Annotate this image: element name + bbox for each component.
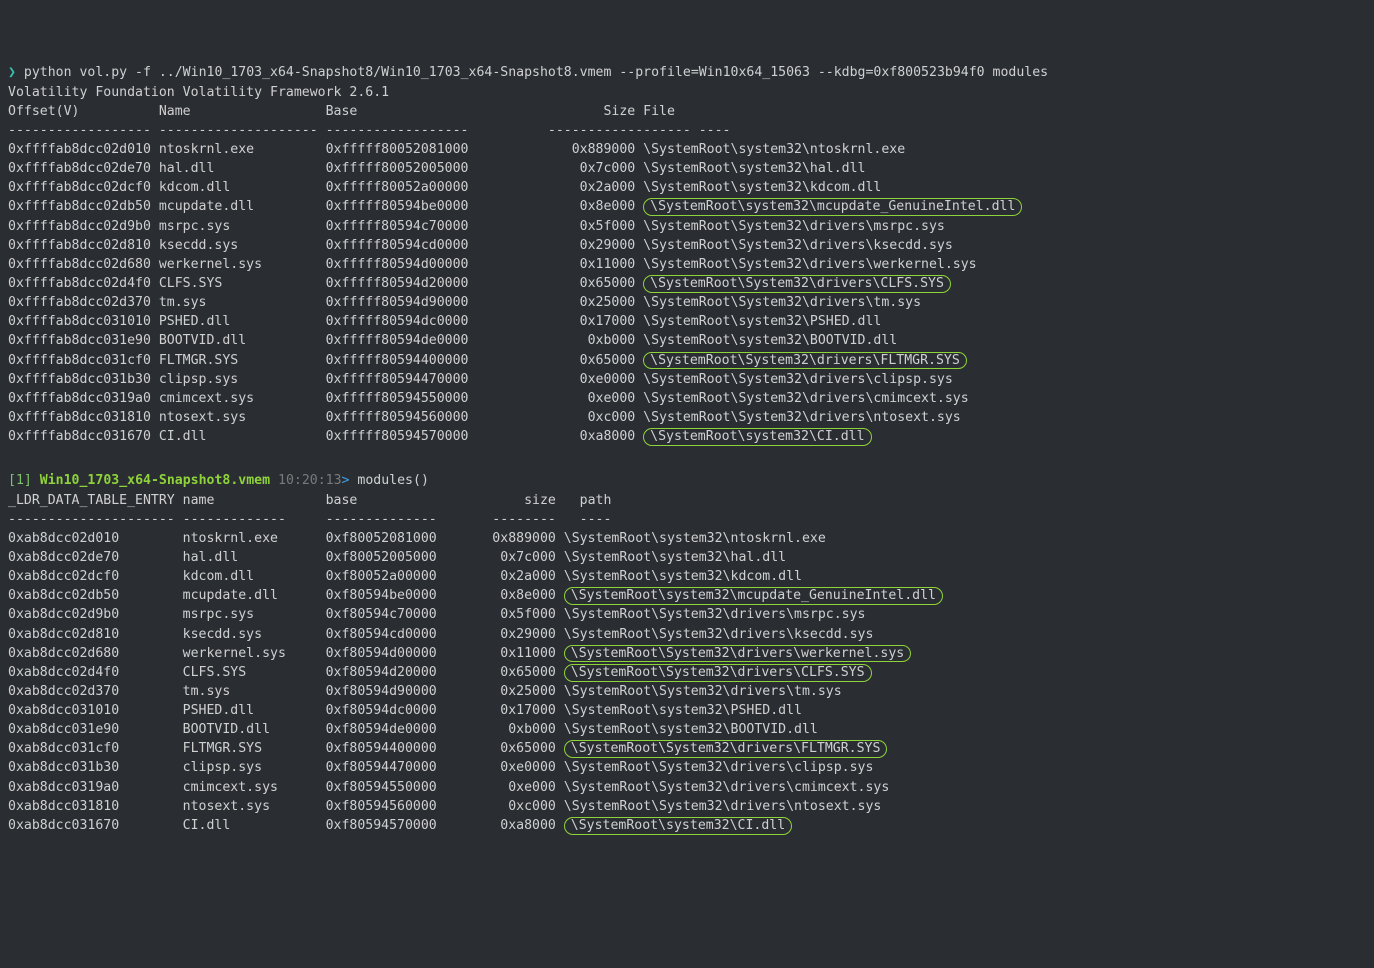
table-row: 0xffffab8dcc031810 ntosext.sys 0xfffff80… [8,408,1366,427]
table-row: 0xffffab8dcc0319a0 cmimcext.sys 0xfffff8… [8,389,1366,408]
table-row: 0xab8dcc031cf0 FLTMGR.SYS 0xf80594400000… [8,739,1366,758]
command-text: python vol.py -f ../Win10_1703_x64-Snaps… [16,65,1048,80]
table-row: 0xab8dcc02d810 ksecdd.sys 0xf80594cd0000… [8,625,1366,644]
session-name: Win10_1703_x64-Snapshot8.vmem [32,473,278,488]
highlighted-path: \SystemRoot\System32\drivers\FLTMGR.SYS [564,740,888,758]
terminal-output: ❯ python vol.py -f ../Win10_1703_x64-Sna… [8,63,1366,835]
bottom-table-dashes: --------------------- ------------- ----… [8,510,1366,529]
table-row: 0xab8dcc0319a0 cmimcext.sys 0xf805945500… [8,778,1366,797]
table-row: 0xab8dcc031670 CI.dll 0xf80594570000 0xa… [8,816,1366,835]
table-row: 0xab8dcc031e90 BOOTVID.dll 0xf80594de000… [8,720,1366,739]
highlighted-path: \SystemRoot\System32\drivers\werkernel.s… [564,645,911,663]
table-row: 0xab8dcc02d4f0 CLFS.SYS 0xf80594d20000 0… [8,663,1366,682]
highlighted-path: \SystemRoot\system32\mcupdate_GenuineInt… [564,587,943,605]
top-table-header: Offset(V) Name Base Size File [8,102,1366,121]
table-row: 0xffffab8dcc02d680 werkernel.sys 0xfffff… [8,255,1366,274]
table-row: 0xab8dcc02de70 hal.dll 0xf80052005000 0x… [8,548,1366,567]
table-row: 0xffffab8dcc031e90 BOOTVID.dll 0xfffff80… [8,331,1366,350]
table-row: 0xab8dcc02d370 tm.sys 0xf80594d90000 0x2… [8,682,1366,701]
top-table-dashes: ------------------ -------------------- … [8,121,1366,140]
table-row: 0xffffab8dcc02d370 tm.sys 0xfffff80594d9… [8,293,1366,312]
table-row: 0xffffab8dcc031670 CI.dll 0xfffff8059457… [8,427,1366,446]
table-row: 0xab8dcc02d9b0 msrpc.sys 0xf80594c70000 … [8,605,1366,624]
highlighted-path: \SystemRoot\system32\CI.dll [564,817,792,835]
prompt-icon: ❯ [8,65,16,80]
table-row: 0xffffab8dcc02d810 ksecdd.sys 0xfffff805… [8,236,1366,255]
table-row: 0xffffab8dcc02dcf0 kdcom.dll 0xfffff8005… [8,178,1366,197]
bottom-table-header: _LDR_DATA_TABLE_ENTRY name base size pat… [8,491,1366,510]
session-prompt-line: [1] Win10_1703_x64-Snapshot8.vmem 10:20:… [8,471,1366,490]
table-row: 0xffffab8dcc02d4f0 CLFS.SYS 0xfffff80594… [8,274,1366,293]
table-row: 0xffffab8dcc031b30 clipsp.sys 0xfffff805… [8,370,1366,389]
table-row: 0xab8dcc02dcf0 kdcom.dll 0xf80052a00000 … [8,567,1366,586]
table-row: 0xab8dcc02d680 werkernel.sys 0xf80594d00… [8,644,1366,663]
table-row: 0xab8dcc031b30 clipsp.sys 0xf80594470000… [8,758,1366,777]
table-row: 0xffffab8dcc02d9b0 msrpc.sys 0xfffff8059… [8,217,1366,236]
bracket-icon: [ [8,473,16,488]
timestamp: 10:20:13 [278,473,342,488]
highlighted-path: \SystemRoot\System32\drivers\CLFS.SYS [564,664,872,682]
table-row: 0xffffab8dcc031cf0 FLTMGR.SYS 0xfffff805… [8,351,1366,370]
table-row: 0xffffab8dcc031010 PSHED.dll 0xfffff8059… [8,312,1366,331]
table-row: 0xffffab8dcc02d010 ntoskrnl.exe 0xfffff8… [8,140,1366,159]
table-row: 0xffffab8dcc02db50 mcupdate.dll 0xfffff8… [8,197,1366,216]
highlighted-path: \SystemRoot\system32\mcupdate_GenuineInt… [643,198,1022,216]
table-row: 0xab8dcc02d010 ntoskrnl.exe 0xf800520810… [8,529,1366,548]
highlighted-path: \SystemRoot\System32\drivers\FLTMGR.SYS [643,352,967,370]
session-index: 1 [16,473,24,488]
table-row: 0xab8dcc031010 PSHED.dll 0xf80594dc0000 … [8,701,1366,720]
highlighted-path: \SystemRoot\System32\drivers\CLFS.SYS [643,275,951,293]
table-row: 0xffffab8dcc02de70 hal.dll 0xfffff800520… [8,159,1366,178]
call-text: modules() [349,473,428,488]
tool-banner: Volatility Foundation Volatility Framewo… [8,83,1366,102]
bracket-icon: ] [24,473,32,488]
highlighted-path: \SystemRoot\system32\CI.dll [643,428,871,446]
table-row: 0xab8dcc031810 ntosext.sys 0xf8059456000… [8,797,1366,816]
table-row: 0xab8dcc02db50 mcupdate.dll 0xf80594be00… [8,586,1366,605]
command-line: ❯ python vol.py -f ../Win10_1703_x64-Sna… [8,63,1366,82]
